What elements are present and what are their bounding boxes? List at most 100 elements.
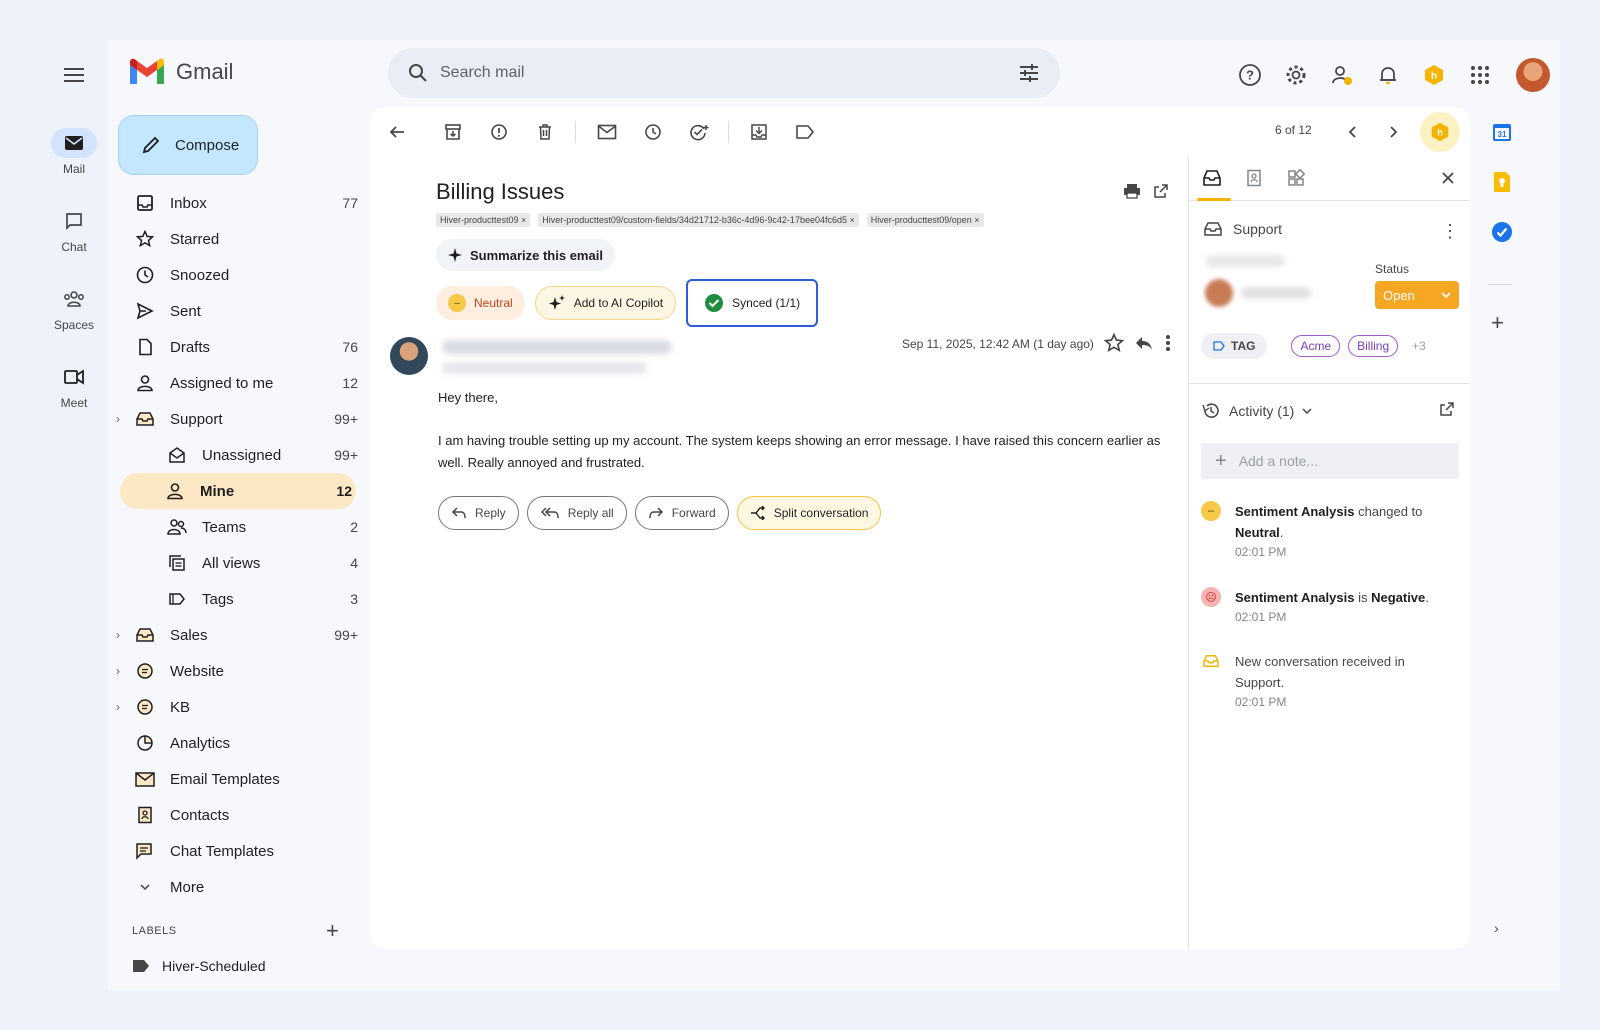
sidebar-item-assigned-to-me[interactable]: Assigned to me 12 <box>122 365 362 401</box>
reply-all-button[interactable]: Reply all <box>526 496 627 530</box>
tag-pill[interactable]: Billing <box>1348 335 1399 357</box>
sidebar-item-drafts[interactable]: Drafts 76 <box>122 329 362 365</box>
keep-icon[interactable] <box>1491 170 1513 194</box>
search-bar[interactable] <box>388 48 1060 98</box>
sidebar-item-snoozed[interactable]: Snoozed <box>122 257 362 293</box>
assignee-avatar[interactable] <box>1205 279 1233 307</box>
reply-button[interactable]: Reply <box>438 496 519 530</box>
back-arrow-icon[interactable] <box>384 120 410 144</box>
label-chip[interactable]: Hiver-producttest09 × <box>436 213 531 227</box>
toolbar-divider <box>575 121 576 143</box>
summarize-email-button[interactable]: Summarize this email <box>436 239 615 271</box>
chevron-right-icon[interactable]: › <box>116 412 120 426</box>
open-external-icon[interactable] <box>1439 401 1455 422</box>
label-item[interactable]: Hiver-Scheduled <box>132 958 266 974</box>
send-icon <box>135 301 155 321</box>
chevron-right-icon[interactable]: › <box>116 628 120 642</box>
hiver-status-pills: – Neutral Add to AI Copilot Synced (1/1) <box>436 279 819 327</box>
add-tag-button[interactable]: TAG <box>1201 333 1268 359</box>
sidebar-item-starred[interactable]: Starred <box>122 221 362 257</box>
close-icon[interactable] <box>1437 167 1459 189</box>
add-task-icon[interactable] <box>686 120 712 144</box>
label-icon[interactable] <box>792 120 818 144</box>
assignee-name-redacted[interactable] <box>1241 287 1311 299</box>
sidebar-item-kb[interactable]: › KB <box>116 689 362 725</box>
move-to-icon[interactable] <box>746 120 772 144</box>
hiver-icon[interactable]: h <box>1418 59 1450 91</box>
status-dropdown[interactable]: Open <box>1375 281 1459 309</box>
sidebar-item-more[interactable]: More <box>122 869 362 905</box>
forward-button[interactable]: Forward <box>634 496 729 530</box>
sidebar-item-inbox[interactable]: Inbox 77 <box>122 185 362 221</box>
note-placeholder: Add a note... <box>1238 453 1319 469</box>
sidebar-item-support[interactable]: › Support 99+ <box>116 401 362 437</box>
sidebar-item-teams[interactable]: Teams 2 <box>122 509 362 545</box>
contact-tab-icon[interactable] <box>1243 167 1265 189</box>
apps-grid-icon[interactable] <box>1464 59 1496 91</box>
rail-chat[interactable]: Chat <box>40 206 108 254</box>
sidebar-item-mine[interactable]: Mine 12 <box>120 473 356 509</box>
synced-status-button[interactable]: Synced (1/1) <box>686 279 819 327</box>
print-icon[interactable] <box>1123 183 1141 199</box>
add-note-input[interactable]: + Add a note... <box>1201 443 1459 479</box>
rail-mail[interactable]: Mail <box>40 128 108 176</box>
star-icon[interactable] <box>1104 333 1124 353</box>
sidebar-item-contacts[interactable]: Contacts <box>122 797 362 833</box>
report-spam-icon[interactable] <box>486 120 512 144</box>
tag-pill[interactable]: Acme <box>1291 335 1341 357</box>
notifications-bell-icon[interactable] <box>1372 59 1404 91</box>
gmail-logo[interactable]: Gmail <box>128 58 233 86</box>
sidebar-item-website[interactable]: › Website <box>116 653 362 689</box>
sentiment-pill[interactable]: – Neutral <box>436 286 525 320</box>
next-chevron-icon[interactable] <box>1380 120 1406 144</box>
snooze-clock-icon[interactable] <box>640 120 666 144</box>
hiver-panel-toggle[interactable]: h <box>1420 112 1460 152</box>
search-icon[interactable] <box>408 63 428 83</box>
activity-header[interactable]: Activity (1) <box>1201 401 1312 421</box>
split-conversation-button[interactable]: Split conversation <box>736 496 882 530</box>
user-status-icon[interactable] <box>1326 59 1358 91</box>
sidebar-item-email-templates[interactable]: Email Templates <box>122 761 362 797</box>
sidebar-item-sent[interactable]: Sent <box>122 293 362 329</box>
more-tags-count[interactable]: +3 <box>1412 339 1426 353</box>
prev-chevron-icon[interactable] <box>1340 120 1366 144</box>
more-vert-icon[interactable] <box>1164 333 1172 353</box>
tasks-icon[interactable] <box>1491 220 1513 244</box>
main-menu-icon[interactable] <box>62 64 86 88</box>
sidebar-item-all-views[interactable]: All views 4 <box>122 545 362 581</box>
show-side-panel-chevron-icon[interactable]: › <box>1494 920 1499 936</box>
compose-button[interactable]: Compose <box>118 115 258 175</box>
get-addons-plus-icon[interactable]: + <box>1491 310 1504 336</box>
conversation-tab-icon[interactable] <box>1201 167 1223 189</box>
sender-avatar[interactable] <box>390 337 428 375</box>
trash-icon[interactable] <box>532 120 558 144</box>
sidebar-item-sales[interactable]: › Sales 99+ <box>116 617 362 653</box>
search-input[interactable] <box>440 64 1018 82</box>
chevron-right-icon[interactable]: › <box>116 700 120 714</box>
search-options-icon[interactable] <box>1018 63 1040 83</box>
rail-meet[interactable]: Meet <box>40 362 108 410</box>
mark-unread-icon[interactable] <box>594 120 620 144</box>
help-icon[interactable]: ? <box>1234 59 1266 91</box>
event-time: 02:01 PM <box>1235 610 1287 624</box>
label-chip[interactable]: Hiver-producttest09/open × <box>866 213 984 227</box>
archive-icon[interactable] <box>440 120 466 144</box>
account-avatar[interactable] <box>1516 58 1550 92</box>
add-label-icon[interactable]: + <box>326 918 339 944</box>
sidebar-item-chat-templates[interactable]: Chat Templates <box>122 833 362 869</box>
calendar-icon[interactable]: 31 <box>1491 120 1513 144</box>
inbox-name: Support <box>1233 221 1283 237</box>
add-to-ai-copilot-button[interactable]: Add to AI Copilot <box>534 286 677 320</box>
open-new-window-icon[interactable] <box>1153 183 1169 199</box>
settings-gear-icon[interactable] <box>1280 59 1312 91</box>
apps-tab-icon[interactable] <box>1285 167 1307 189</box>
label-chip[interactable]: Hiver-producttest09/custom-fields/34d217… <box>538 213 859 227</box>
rail-spaces[interactable]: Spaces <box>40 284 108 332</box>
chevron-down-icon <box>1441 292 1451 299</box>
reply-icon[interactable] <box>1134 333 1154 353</box>
chevron-right-icon[interactable]: › <box>116 664 120 678</box>
sidebar-item-tags[interactable]: Tags 3 <box>122 581 362 617</box>
sidebar-item-unassigned[interactable]: Unassigned 99+ <box>122 437 362 473</box>
more-vert-icon[interactable]: ⋮ <box>1441 221 1459 242</box>
sidebar-item-analytics[interactable]: Analytics <box>122 725 362 761</box>
